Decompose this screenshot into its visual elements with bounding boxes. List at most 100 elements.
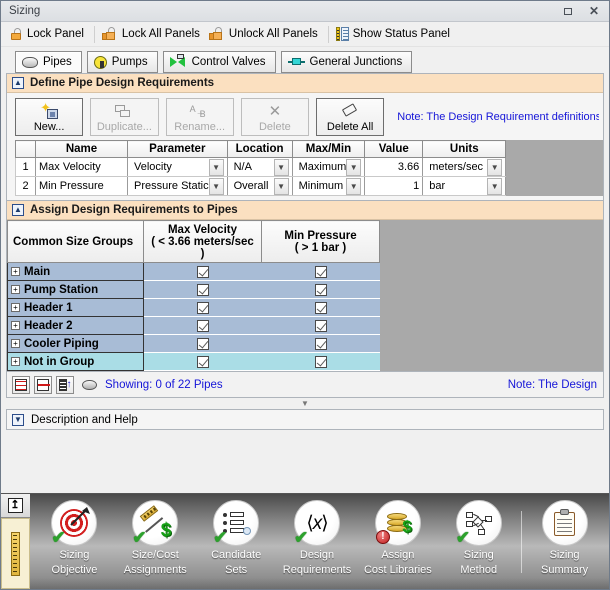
nav-assign-cost-libraries[interactable]: $ ! Assign Cost Libraries: [357, 494, 438, 589]
show-all-rows-button[interactable]: [12, 375, 30, 394]
delete-all-button[interactable]: Delete All: [316, 98, 385, 136]
group-cell[interactable]: + Not in Group: [7, 352, 144, 371]
tab-control-valves[interactable]: Control Valves: [162, 51, 276, 73]
tab-pipes[interactable]: Pipes: [15, 51, 82, 73]
nav-sizing-method[interactable]: ✔ Sizing Method: [438, 494, 519, 589]
group-cell[interactable]: + Pump Station: [7, 280, 144, 299]
rename-button[interactable]: A → B Rename...: [165, 98, 234, 136]
sizing-vertical-tab-body[interactable]: [0, 518, 30, 589]
nav-sizing-objective[interactable]: ✔ Sizing Objective: [34, 494, 115, 589]
tab-general-junctions[interactable]: General Junctions: [280, 51, 413, 73]
sort-rows-button[interactable]: ↑: [56, 375, 74, 394]
expand-icon[interactable]: +: [11, 284, 20, 294]
nav-sizing-summary[interactable]: Sizing Summary: [524, 494, 605, 589]
chevron-down-icon[interactable]: ▼: [208, 177, 224, 195]
panel-splitter[interactable]: ▼: [6, 398, 604, 409]
chevron-down-icon[interactable]: ▼: [273, 158, 289, 176]
show-one-row-button[interactable]: [34, 375, 52, 394]
chevron-down-icon[interactable]: ▼: [346, 158, 362, 176]
cell-parameter[interactable]: Velocity ▼: [127, 157, 228, 177]
cell-name[interactable]: Max Velocity: [35, 157, 128, 177]
cell-parameter[interactable]: Pressure Static ▼: [127, 176, 228, 196]
group-cell[interactable]: + Header 2: [7, 316, 144, 335]
group-cell[interactable]: + Cooler Piping: [7, 334, 144, 353]
checkbox-max-velocity[interactable]: [196, 265, 209, 278]
delete-all-icon: [341, 101, 359, 121]
checkbox-max-velocity[interactable]: [196, 337, 209, 350]
showing-count-label: Showing: 0 of 22 Pipes: [105, 378, 223, 391]
checkbox-min-pressure[interactable]: [314, 265, 327, 278]
duplicate-button[interactable]: Duplicate...: [90, 98, 159, 136]
min-pressure-check-cell[interactable]: [261, 316, 380, 335]
checkbox-min-pressure[interactable]: [314, 337, 327, 350]
nav-candidate-sets[interactable]: ✔ Candidate Sets: [196, 494, 277, 589]
table-row[interactable]: 1 Max Velocity Velocity ▼ N/A ▼ Maximum …: [15, 157, 507, 177]
lock-panel-button[interactable]: Lock Panel: [6, 24, 90, 45]
sizing-vertical-tab[interactable]: ↥: [0, 494, 30, 589]
expand-icon[interactable]: +: [11, 320, 20, 330]
checkbox-max-velocity[interactable]: [196, 283, 209, 296]
checkbox-max-velocity[interactable]: [196, 301, 209, 314]
checkbox-max-velocity[interactable]: [196, 355, 209, 368]
close-button[interactable]: ✕: [581, 2, 607, 21]
expand-description-icon[interactable]: ▼: [12, 413, 24, 426]
checkbox-min-pressure[interactable]: [314, 301, 327, 314]
cell-location[interactable]: Overall ▼: [226, 176, 293, 196]
delete-button[interactable]: ✕ Delete: [240, 98, 309, 136]
chevron-down-icon[interactable]: ▼: [487, 177, 503, 195]
checkbox-min-pressure[interactable]: [314, 355, 327, 368]
group-cell[interactable]: + Header 1: [7, 298, 144, 317]
table-row[interactable]: + Pump Station: [7, 280, 380, 299]
checkbox-min-pressure[interactable]: [314, 283, 327, 296]
cell-units[interactable]: meters/sec ▼: [422, 157, 507, 177]
min-pressure-check-cell[interactable]: [261, 352, 380, 371]
new-button[interactable]: ✦ New...: [15, 98, 84, 136]
nav-design-requirements[interactable]: ⟨x⟩ ✔ Design Requirements: [277, 494, 358, 589]
table-row[interactable]: + Header 2: [7, 316, 380, 335]
expand-icon[interactable]: +: [11, 302, 20, 312]
unlock-all-panels-button[interactable]: Unlock All Panels: [206, 24, 324, 45]
pin-panel-button[interactable]: ↥: [0, 494, 30, 518]
chevron-down-icon[interactable]: ▼: [346, 177, 362, 195]
chevron-down-icon[interactable]: ▼: [208, 158, 224, 176]
expand-icon[interactable]: +: [11, 266, 20, 276]
cell-name[interactable]: Min Pressure: [35, 176, 128, 196]
max-velocity-check-cell[interactable]: [143, 262, 262, 281]
min-pressure-check-cell[interactable]: [261, 280, 380, 299]
table-row[interactable]: + Not in Group: [7, 352, 380, 371]
max-velocity-check-cell[interactable]: [143, 334, 262, 353]
collapse-assign-panel-icon[interactable]: ▲: [12, 204, 24, 216]
expand-icon[interactable]: +: [11, 338, 20, 348]
table-row[interactable]: + Cooler Piping: [7, 334, 380, 353]
chevron-down-icon[interactable]: ▼: [487, 158, 503, 176]
cell-value[interactable]: 3.66: [364, 157, 424, 177]
table-row[interactable]: + Main: [7, 262, 380, 281]
max-velocity-check-cell[interactable]: [143, 352, 262, 371]
cell-maxmin[interactable]: Minimum ▼: [291, 176, 366, 196]
table-row[interactable]: 2 Min Pressure Pressure Static ▼ Overall…: [15, 176, 507, 196]
min-pressure-check-cell[interactable]: [261, 262, 380, 281]
cell-maxmin[interactable]: Maximum ▼: [291, 157, 366, 177]
show-status-panel-button[interactable]: Show Status Panel: [333, 24, 456, 45]
max-velocity-check-cell[interactable]: [143, 298, 262, 317]
group-label: Cooler Piping: [24, 337, 99, 350]
cell-value[interactable]: 1: [364, 176, 424, 196]
collapse-define-panel-icon[interactable]: ▲: [12, 77, 24, 89]
checkbox-min-pressure[interactable]: [314, 319, 327, 332]
chevron-down-icon[interactable]: ▼: [273, 177, 289, 195]
group-cell[interactable]: + Main: [7, 262, 144, 281]
maximize-button[interactable]: [555, 2, 581, 21]
min-pressure-check-cell[interactable]: [261, 334, 380, 353]
max-velocity-check-cell[interactable]: [143, 316, 262, 335]
col-value: Value: [364, 140, 424, 158]
checkbox-max-velocity[interactable]: [196, 319, 209, 332]
max-velocity-check-cell[interactable]: [143, 280, 262, 299]
min-pressure-check-cell[interactable]: [261, 298, 380, 317]
lock-all-panels-button[interactable]: Lock All Panels: [99, 24, 206, 45]
tab-pumps[interactable]: Pumps: [86, 51, 158, 73]
cell-units[interactable]: bar ▼: [422, 176, 507, 196]
cell-location[interactable]: N/A ▼: [226, 157, 293, 177]
expand-icon[interactable]: +: [11, 356, 20, 366]
nav-size-cost-assignments[interactable]: $ ✔ Size/Cost Assignments: [115, 494, 196, 589]
table-row[interactable]: + Header 1: [7, 298, 380, 317]
